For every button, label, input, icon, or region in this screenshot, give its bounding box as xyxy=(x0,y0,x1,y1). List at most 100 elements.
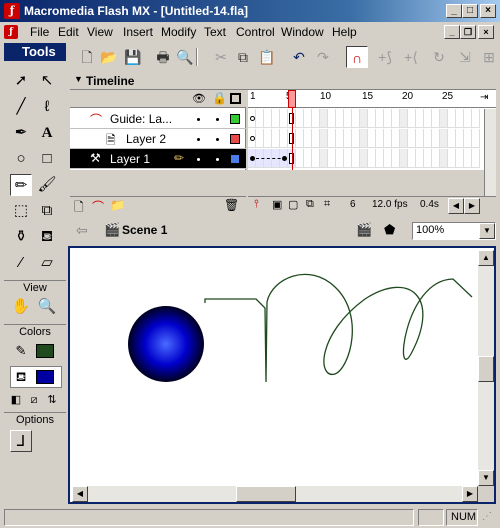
snap-to-objects-icon[interactable]: ∩ xyxy=(346,46,368,68)
frame-cell[interactable] xyxy=(256,129,264,148)
visibility-dot[interactable] xyxy=(197,158,200,161)
menu-insert[interactable]: Insert xyxy=(123,25,153,39)
frame-cell[interactable] xyxy=(368,129,376,148)
frame-cell[interactable] xyxy=(368,149,376,168)
undo-icon[interactable]: ↶ xyxy=(288,46,310,68)
open-folder-icon[interactable]: 📂 xyxy=(98,46,120,68)
stage-horizontal-scrollbar[interactable]: ◀ ▶ xyxy=(72,486,478,502)
frame-cell[interactable] xyxy=(360,129,368,148)
frame-cell[interactable] xyxy=(472,109,480,128)
pencil-mode-straighten-icon[interactable]: ⅃ xyxy=(10,430,32,452)
cut-icon[interactable]: ✂ xyxy=(210,46,232,68)
lock-dot[interactable] xyxy=(216,158,219,161)
frame-cell[interactable] xyxy=(352,149,360,168)
fill-transform-tool-icon[interactable]: ⧉ xyxy=(36,200,58,222)
lock-dot[interactable] xyxy=(216,118,219,121)
pen-tool-icon[interactable]: ✒ xyxy=(10,122,32,144)
visibility-dot[interactable] xyxy=(197,138,200,141)
text-tool-icon[interactable]: A xyxy=(36,122,58,144)
menu-help[interactable]: Help xyxy=(332,25,357,39)
frame-cell[interactable] xyxy=(416,129,424,148)
frame-cell[interactable] xyxy=(456,149,464,168)
frame-cell[interactable] xyxy=(320,149,328,168)
frame-cell[interactable] xyxy=(392,109,400,128)
ball-shape[interactable] xyxy=(128,306,204,382)
outline-all-icon[interactable] xyxy=(230,93,241,104)
scroll-right-button[interactable]: ▶ xyxy=(462,486,478,502)
frame-cell[interactable] xyxy=(296,109,304,128)
scroll-down-button[interactable]: ▼ xyxy=(478,470,494,486)
document-icon[interactable]: ƒ xyxy=(4,25,18,39)
frame-cell[interactable] xyxy=(448,149,456,168)
frame-cell[interactable] xyxy=(376,149,384,168)
frame-cell[interactable] xyxy=(424,129,432,148)
timeline-expand-icon[interactable]: ▼ xyxy=(74,74,83,84)
center-frame-icon[interactable]: ⫯ xyxy=(254,198,259,211)
frame-cell[interactable] xyxy=(336,109,344,128)
show-hide-all-icon[interactable]: 👁 xyxy=(192,92,206,105)
frame-cell[interactable] xyxy=(280,109,288,128)
visibility-dot[interactable] xyxy=(197,118,200,121)
frame-cell[interactable] xyxy=(296,149,304,168)
frame-cell[interactable] xyxy=(432,109,440,128)
frame-cell[interactable] xyxy=(440,109,448,128)
edit-symbols-icon[interactable]: ⬟ xyxy=(384,222,395,238)
frame-grid[interactable] xyxy=(248,109,496,169)
straighten-icon[interactable]: +⟨ xyxy=(400,46,422,68)
frame-cell[interactable] xyxy=(392,129,400,148)
layer-row-layer1[interactable]: ⚒ Layer 1 ✏ xyxy=(70,149,246,169)
frame-cell[interactable] xyxy=(344,109,352,128)
frame-cell[interactable] xyxy=(384,149,392,168)
frame-cell[interactable] xyxy=(416,149,424,168)
back-arrow-icon[interactable]: ⇦ xyxy=(76,222,88,239)
onion-skin-icon[interactable]: ▣ xyxy=(272,198,282,211)
new-file-icon[interactable]: 🗋 xyxy=(76,46,98,68)
fill-color-swatch[interactable] xyxy=(36,370,54,384)
menu-file[interactable]: File xyxy=(30,25,49,39)
frame-cell[interactable] xyxy=(304,129,312,148)
motion-guide-path[interactable] xyxy=(204,273,473,383)
timeline-vertical-scrollbar[interactable] xyxy=(484,109,496,196)
frame-cell[interactable] xyxy=(440,129,448,148)
brush-tool-icon[interactable]: 🖌 xyxy=(36,174,58,196)
doc-minimize-button[interactable]: _ xyxy=(444,25,460,39)
frame-cell[interactable] xyxy=(464,109,472,128)
frame-cell[interactable] xyxy=(424,149,432,168)
frame-cell[interactable] xyxy=(408,109,416,128)
frame-cell[interactable] xyxy=(264,129,272,148)
swap-colors-icon[interactable]: ⇅ xyxy=(44,392,60,408)
playhead[interactable] xyxy=(288,90,296,108)
edit-scene-icon[interactable]: 🎬 xyxy=(356,222,372,238)
copy-icon[interactable]: ⧉ xyxy=(232,46,254,68)
frame-cell[interactable] xyxy=(384,109,392,128)
frame-cell[interactable] xyxy=(272,109,280,128)
timeline-header[interactable]: ▼ Timeline xyxy=(70,72,496,90)
horizontal-scroll-thumb[interactable] xyxy=(236,486,296,502)
frame-cell[interactable] xyxy=(352,129,360,148)
frame-cell[interactable] xyxy=(352,109,360,128)
redo-icon[interactable]: ↷ xyxy=(312,46,334,68)
lock-dot[interactable] xyxy=(216,138,219,141)
frame-cell[interactable] xyxy=(368,109,376,128)
frame-cell[interactable] xyxy=(320,129,328,148)
onion-skin-outlines-icon[interactable]: ▢ xyxy=(288,198,298,211)
frame-view-menu-icon[interactable]: ⇥ xyxy=(480,92,488,103)
close-button[interactable]: × xyxy=(480,4,496,18)
free-transform-tool-icon[interactable]: ⬚ xyxy=(10,200,32,222)
frame-cell[interactable] xyxy=(328,149,336,168)
frame-cell[interactable] xyxy=(400,109,408,128)
edit-multiple-frames-icon[interactable]: ⧉ xyxy=(306,198,314,211)
frame-cell[interactable] xyxy=(472,129,480,148)
oval-tool-icon[interactable]: ○ xyxy=(10,148,32,170)
insert-layer-icon[interactable]: 🗋 xyxy=(74,198,84,219)
pencil-tool-icon[interactable]: ✏ xyxy=(10,174,32,196)
zoom-select[interactable]: 100% ▼ xyxy=(412,222,496,240)
frame-cell[interactable] xyxy=(464,129,472,148)
frame-cell[interactable] xyxy=(336,129,344,148)
flash-app-icon[interactable]: ƒ xyxy=(4,3,20,19)
scroll-left-button[interactable]: ◀ xyxy=(448,198,464,214)
keyframe-marker[interactable] xyxy=(282,156,287,161)
keyframe-marker[interactable] xyxy=(250,116,255,121)
frame-cell[interactable] xyxy=(432,129,440,148)
zoom-tool-icon[interactable]: 🔍 xyxy=(36,296,58,318)
